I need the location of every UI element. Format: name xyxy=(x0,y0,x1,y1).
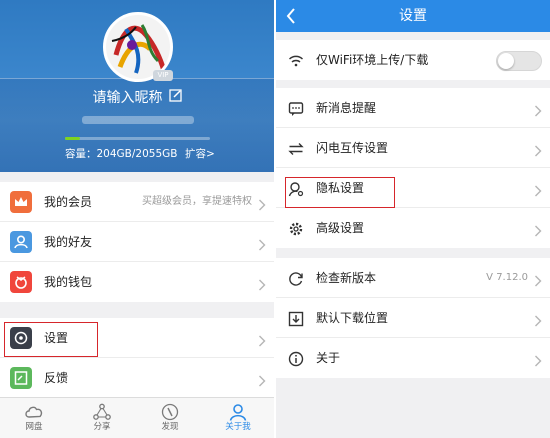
setting-check-update[interactable]: 检查新版本 V 7.12.0 xyxy=(276,258,550,298)
tab-share[interactable]: 分享 xyxy=(68,398,136,438)
message-icon xyxy=(288,101,304,117)
settings-group-1: 新消息提醒 闪电互传设置 隐私设置 高级设置 xyxy=(276,88,550,248)
menu-item-label: 我的好友 xyxy=(44,235,93,249)
chevron-right-icon xyxy=(534,352,542,371)
setting-label: 关于 xyxy=(316,351,341,365)
setting-label: 默认下载位置 xyxy=(316,311,389,325)
setting-label: 高级设置 xyxy=(316,221,365,235)
app-version: V 7.12.0 xyxy=(486,272,528,283)
menu-item-feedback[interactable]: 反馈 xyxy=(0,358,274,398)
tab-cloud-drive[interactable]: 网盘 xyxy=(0,398,68,438)
storage-progress-bar xyxy=(65,137,210,140)
wifi-only-toggle[interactable] xyxy=(496,51,542,71)
profile-menu: 我的会员 买超级会员，享提速特权 我的好友 我的钱包 xyxy=(0,182,274,302)
tab-label: 网盘 xyxy=(25,422,43,432)
setting-download-location[interactable]: 默认下载位置 xyxy=(276,298,550,338)
setting-advanced[interactable]: 高级设置 xyxy=(276,208,550,248)
setting-flash-transfer[interactable]: 闪电互传设置 xyxy=(276,128,550,168)
tab-label: 发现 xyxy=(161,422,179,432)
chevron-right-icon xyxy=(258,372,266,391)
masked-username xyxy=(82,116,194,124)
settings-panel: 设置 仅WiFi环境上传/下载 新消息提醒 闪电互传设置 隐私设置 高级设置 检… xyxy=(276,0,550,438)
settings-navbar: 设置 xyxy=(276,0,550,32)
edit-icon[interactable] xyxy=(168,88,182,108)
menu-item-label: 反馈 xyxy=(44,371,69,385)
menu-item-friends[interactable]: 我的好友 xyxy=(0,222,274,262)
tab-discover[interactable]: 发现 xyxy=(136,398,204,438)
chevron-right-icon xyxy=(534,312,542,331)
share-icon xyxy=(68,403,136,421)
user-icon xyxy=(204,403,272,421)
setting-label: 闪电互传设置 xyxy=(316,141,389,155)
setting-label: 检查新版本 xyxy=(316,271,377,285)
highlight-box-settings xyxy=(4,322,98,357)
wallet-icon xyxy=(10,271,32,293)
chevron-right-icon xyxy=(258,196,266,215)
wifi-icon xyxy=(288,53,304,69)
storage-capacity: 容量：204GB/2055GB xyxy=(65,148,178,160)
profile-panel: VIP 请输入昵称 容量：204GB/2055GB 扩容> 我的会员 买超级会员… xyxy=(0,0,274,438)
crown-icon xyxy=(10,191,32,213)
menu-item-label: 我的会员 xyxy=(44,195,93,209)
expand-storage-link[interactable]: 扩容> xyxy=(185,146,215,161)
menu-item-wallet[interactable]: 我的钱包 xyxy=(0,262,274,302)
chevron-right-icon xyxy=(534,272,542,291)
vip-badge: VIP xyxy=(153,70,173,81)
nickname-placeholder: 请输入昵称 xyxy=(92,90,163,106)
info-icon xyxy=(288,351,304,367)
setting-about[interactable]: 关于 xyxy=(276,338,550,378)
menu-item-label: 我的钱包 xyxy=(44,275,93,289)
page-title: 设置 xyxy=(399,8,427,24)
nickname-field[interactable]: 请输入昵称 xyxy=(0,88,274,108)
settings-network-group: 仅WiFi环境上传/下载 xyxy=(276,40,550,80)
membership-promo-text: 买超级会员，享提速特权 xyxy=(142,196,252,207)
person-icon xyxy=(10,231,32,253)
setting-new-message-alert[interactable]: 新消息提醒 xyxy=(276,88,550,128)
transfer-icon xyxy=(288,141,304,157)
tab-label: 关于我 xyxy=(225,422,251,432)
chevron-right-icon xyxy=(534,142,542,161)
feedback-icon xyxy=(10,367,32,389)
chevron-right-icon xyxy=(258,276,266,295)
settings-group-2: 检查新版本 V 7.12.0 默认下载位置 关于 xyxy=(276,258,550,378)
compass-icon xyxy=(136,403,204,421)
bottom-tab-bar: 网盘 分享 发现 关于我 xyxy=(0,397,274,438)
chevron-right-icon xyxy=(534,102,542,121)
toggle-knob xyxy=(498,53,514,69)
download-icon xyxy=(288,311,304,327)
setting-label: 新消息提醒 xyxy=(316,101,377,115)
storage-progress-fill xyxy=(65,137,80,140)
profile-header: VIP 请输入昵称 容量：204GB/2055GB 扩容> xyxy=(0,0,274,172)
setting-wifi-only: 仅WiFi环境上传/下载 xyxy=(276,40,550,80)
gear-icon xyxy=(288,221,304,237)
menu-item-membership[interactable]: 我的会员 买超级会员，享提速特权 xyxy=(0,182,274,222)
chevron-right-icon xyxy=(258,236,266,255)
chevron-right-icon xyxy=(534,182,542,201)
chevron-right-icon xyxy=(258,332,266,351)
tab-label: 分享 xyxy=(93,422,111,432)
highlight-box-privacy xyxy=(285,177,395,208)
setting-label: 仅WiFi环境上传/下载 xyxy=(316,53,429,67)
cloud-icon xyxy=(0,403,68,421)
tab-about-me[interactable]: 关于我 xyxy=(204,398,272,438)
refresh-icon xyxy=(288,271,304,287)
chevron-right-icon xyxy=(534,222,542,241)
